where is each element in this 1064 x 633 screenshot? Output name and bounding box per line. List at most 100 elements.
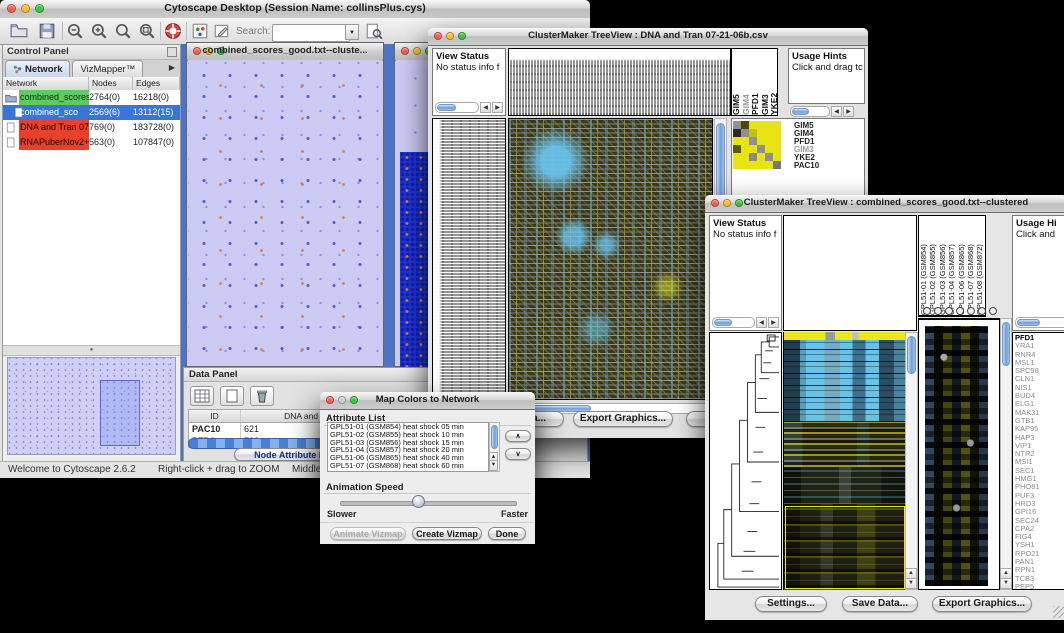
view-status-scrollbar[interactable]: ◀▶ [435, 102, 503, 113]
network-row[interactable]: combined_scores 2764(0) 16218(0) [3, 90, 180, 105]
zoom-out-icon[interactable] [66, 22, 84, 40]
usage-hints-title: Usage Hi [1016, 218, 1064, 229]
float-panel-icon[interactable] [167, 47, 177, 57]
close-button[interactable] [401, 47, 409, 55]
column-header[interactable]: Edges [133, 77, 180, 90]
column-label[interactable]: GPL51-02 (GSM855) [928, 216, 937, 315]
column-labels[interactable]: GIM5GIM4PFD1GIM3YKE2PAC10 [731, 48, 778, 116]
attribute-item[interactable]: GPL51-07 (GSM868) heat shock 60 min [328, 462, 488, 470]
attribute-list-scrollbar[interactable]: ▲ ▼ [489, 422, 500, 472]
animation-slider-track[interactable] [340, 501, 517, 506]
dialog-separator [320, 522, 535, 523]
minimize-button[interactable] [413, 47, 421, 55]
attribute-select-icon[interactable] [190, 386, 214, 406]
column-label[interactable]: GPL51-06 (GSM865) [957, 216, 966, 315]
global-heatmap[interactable] [783, 332, 906, 590]
search-input[interactable] [272, 24, 350, 42]
network-canvas[interactable] [188, 60, 382, 365]
status-welcome: Welcome to Cytoscape 2.6.2 [8, 464, 136, 475]
zoom-in-icon[interactable] [90, 22, 108, 40]
column-label[interactable]: GPL51-01 (GSM854) [919, 216, 928, 315]
heatmap-vscrollbar[interactable]: ▲ ▼ [905, 332, 918, 590]
network-row[interactable]: DNA and Tran 07 769(0) 183728(0) [3, 120, 180, 135]
network-view-window: combined_scores_good.txt--cluste... [186, 42, 384, 367]
animation-slider-thumb[interactable] [412, 495, 425, 508]
column-labels[interactable]: GPL51-01 (GSM854)GPL51-02 (GSM855)GPL51-… [918, 215, 986, 317]
usage-hints-panel: Usage Hints Click and drag tc [788, 48, 865, 104]
zoom-heatmap[interactable] [733, 121, 781, 169]
edge-count: 183728(0) [133, 120, 180, 135]
advanced-search-icon[interactable] [365, 22, 383, 40]
gene-list: PFD1YRA1RNR4MSL1SPC98CLN1NIS1BUD4ELG1MAK… [1013, 333, 1064, 590]
tab-network[interactable]: Network [5, 60, 70, 77]
global-heatmap[interactable] [508, 118, 713, 400]
zoom-heatmap[interactable] [925, 326, 988, 586]
column-label[interactable]: GPL51-08 (GSM872) [975, 216, 984, 315]
control-panel-tabs: Network VizMapper™ ▶ [3, 60, 180, 77]
panel-splitter[interactable]: ● [3, 345, 180, 356]
treeview-titlebar[interactable]: ClusterMaker TreeView : combined_scores_… [705, 195, 1064, 213]
row-dendrogram[interactable] [432, 118, 506, 400]
export-graphics-button[interactable]: Export Graphics... [932, 596, 1032, 612]
main-titlebar[interactable]: Cytoscape Desktop (Session Name: collins… [0, 0, 590, 19]
column-dendrogram[interactable] [508, 48, 731, 116]
plugin-manager-icon[interactable] [191, 22, 209, 40]
column-header[interactable]: Nodes [89, 77, 133, 90]
column-label[interactable]: YKE2 [770, 49, 778, 115]
row-dendrogram[interactable] [709, 332, 782, 590]
gene-label[interactable]: PAC10 [794, 162, 819, 170]
tab-overflow-arrow[interactable]: ▶ [164, 60, 180, 77]
zoom-fit-icon[interactable] [114, 22, 132, 40]
tab-vizmapper[interactable]: VizMapper™ [72, 60, 143, 77]
save-data-button[interactable]: Save Data... [842, 596, 918, 612]
annotation-icon[interactable] [213, 22, 231, 40]
settings-button[interactable]: Settings... [755, 596, 827, 612]
column-header[interactable]: ID [189, 410, 241, 422]
document-icon [5, 122, 17, 133]
search-label: Search: [236, 26, 270, 37]
open-icon[interactable] [10, 22, 28, 40]
slower-label: Slower [327, 509, 357, 519]
treeview-window-combined: ClusterMaker TreeView : combined_scores_… [705, 195, 1064, 620]
treeview-titlebar[interactable]: ClusterMaker TreeView : DNA and Tran 07-… [428, 28, 868, 46]
network-row-selected[interactable]: combined_sco 2569(6) 13112(15) [3, 105, 180, 120]
network-row[interactable]: RNAPuberNov2+ 563(0) 107847(0) [3, 135, 180, 150]
view-status-scrollbar[interactable]: ◀▶ [712, 317, 779, 328]
new-attribute-icon[interactable] [220, 386, 244, 406]
desktop: Cytoscape Desktop (Session Name: collins… [0, 0, 1064, 633]
birdseye-viewport-rect[interactable] [100, 380, 140, 446]
view-status-title: View Status [436, 51, 502, 62]
attribute-list[interactable]: GPL51-01 (GSM854) heat shock 05 minGPL51… [327, 422, 489, 472]
network-table-header: Network Nodes Edges [3, 77, 180, 91]
column-dendrogram-area[interactable] [783, 215, 917, 331]
gene-list-scrollbar[interactable]: ▲ ▼ [1000, 318, 1012, 590]
zoom-selected-icon[interactable] [138, 22, 156, 40]
move-down-button[interactable]: ∨ [505, 448, 531, 460]
delete-attribute-icon[interactable] [250, 386, 274, 406]
column-label[interactable]: GPL51-03 (GSM856) [938, 216, 947, 315]
move-up-button[interactable]: ∧ [505, 430, 531, 442]
column-header[interactable]: Network [3, 77, 89, 90]
resize-grip[interactable] [1053, 606, 1064, 618]
birdseye-view[interactable] [7, 357, 176, 455]
help-lifesaver-icon[interactable] [164, 22, 182, 40]
gene-list-panel: PFD1YRA1RNR4MSL1SPC98CLN1NIS1BUD4ELG1MAK… [1012, 332, 1064, 590]
export-graphics-button[interactable]: Export Graphics... [573, 411, 673, 427]
gene-label[interactable]: PEP5 [1015, 583, 1064, 590]
zoom-gene-list: GIM5GIM4PFD1GIM3YKE2PAC10 [794, 122, 819, 170]
search-dropdown-arrow[interactable]: ▼ [345, 24, 359, 40]
dialog-titlebar[interactable]: Map Colors to Network [320, 392, 535, 410]
animate-vizmap-button: Animate Vizmap [330, 527, 406, 540]
edge-count: 16218(0) [133, 90, 180, 105]
network-view-titlebar[interactable]: combined_scores_good.txt--cluste... [187, 43, 383, 61]
create-vizmap-button[interactable]: Create Vizmap [412, 527, 482, 540]
heatmap-selection-rect[interactable] [785, 506, 905, 589]
usage-hints-scrollbar[interactable] [1015, 317, 1064, 328]
view-status-text: No status info f [713, 229, 776, 240]
done-button[interactable]: Done [488, 527, 526, 540]
edge-count: 13112(15) [133, 105, 180, 120]
column-label[interactable]: GPL51-04 (GSM857) [947, 216, 956, 315]
save-icon[interactable] [38, 22, 56, 40]
node-count: 2569(6) [89, 105, 133, 120]
usage-hints-scrollbar[interactable]: ◀▶ [790, 106, 854, 117]
